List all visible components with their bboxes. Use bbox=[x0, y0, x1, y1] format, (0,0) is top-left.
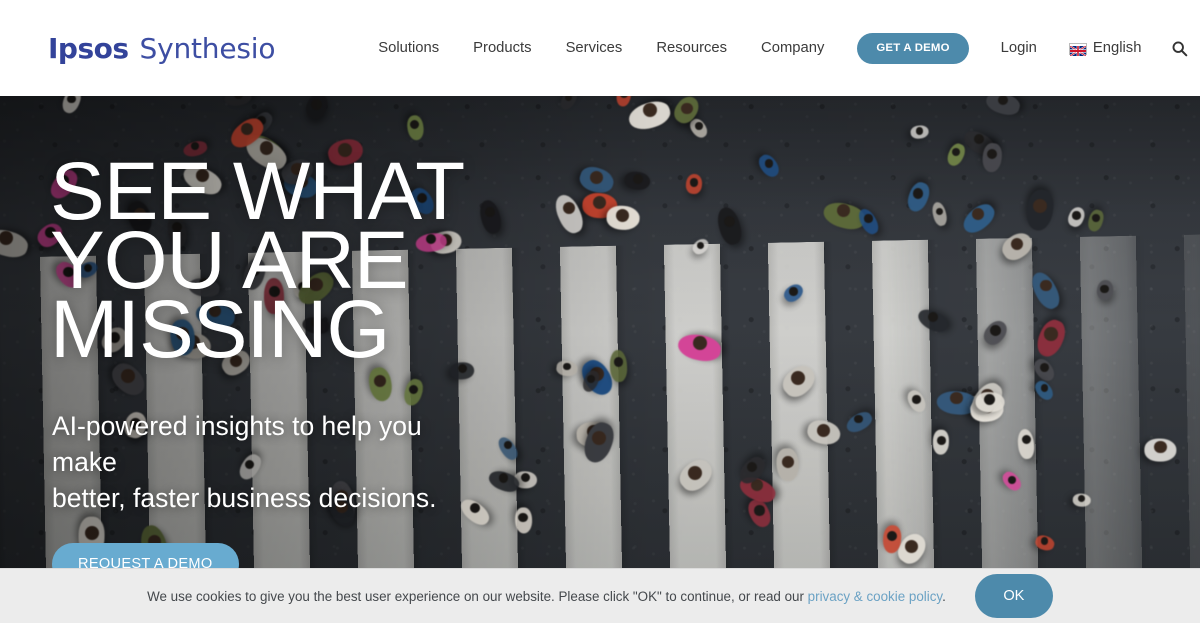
nav-item-services[interactable]: Services bbox=[566, 34, 623, 62]
nav-item-company[interactable]: Company bbox=[761, 34, 824, 62]
main-nav: Solutions Products Services Resources Co… bbox=[378, 34, 824, 62]
login-link[interactable]: Login bbox=[1001, 40, 1037, 56]
cookie-banner: We use cookies to give you the best user… bbox=[0, 568, 1200, 623]
hero-title: SEE WHAT YOU ARE MISSING bbox=[50, 146, 465, 375]
cookie-ok-button[interactable]: OK bbox=[974, 574, 1053, 618]
hero-content: SEE WHAT YOU ARE MISSING AI-powered insi… bbox=[50, 146, 482, 568]
logo-primary: Ipsos bbox=[48, 31, 129, 65]
language-selector[interactable]: English bbox=[1068, 40, 1142, 57]
logo-secondary: Synthesio bbox=[139, 31, 276, 65]
search-icon bbox=[1172, 41, 1188, 56]
hero-subtitle: AI-powered insights to help you make bet… bbox=[52, 410, 437, 513]
language-label: English bbox=[1092, 40, 1142, 56]
uk-flag-icon bbox=[1068, 43, 1087, 57]
cookie-message-period: . bbox=[942, 588, 946, 604]
search-button[interactable] bbox=[1168, 37, 1190, 59]
nav-item-solutions[interactable]: Solutions bbox=[378, 34, 439, 62]
cookie-message-text: We use cookies to give you the best user… bbox=[147, 588, 808, 604]
hero-section: SEE WHAT YOU ARE MISSING AI-powered insi… bbox=[0, 96, 1200, 568]
logo[interactable]: Ipsos Synthesio bbox=[48, 32, 275, 65]
get-a-demo-button[interactable]: GET A DEMO bbox=[857, 32, 969, 64]
page-root: Ipsos Synthesio Solutions Products Servi… bbox=[0, 0, 1200, 623]
nav-item-products[interactable]: Products bbox=[473, 34, 531, 62]
nav-item-resources[interactable]: Resources bbox=[656, 34, 727, 62]
site-header: Ipsos Synthesio Solutions Products Servi… bbox=[0, 0, 1200, 96]
privacy-cookie-policy-link[interactable]: privacy & cookie policy bbox=[808, 589, 942, 604]
request-a-demo-button[interactable]: REQUEST A DEMO bbox=[52, 542, 239, 568]
cookie-message: We use cookies to give you the best user… bbox=[147, 589, 946, 604]
